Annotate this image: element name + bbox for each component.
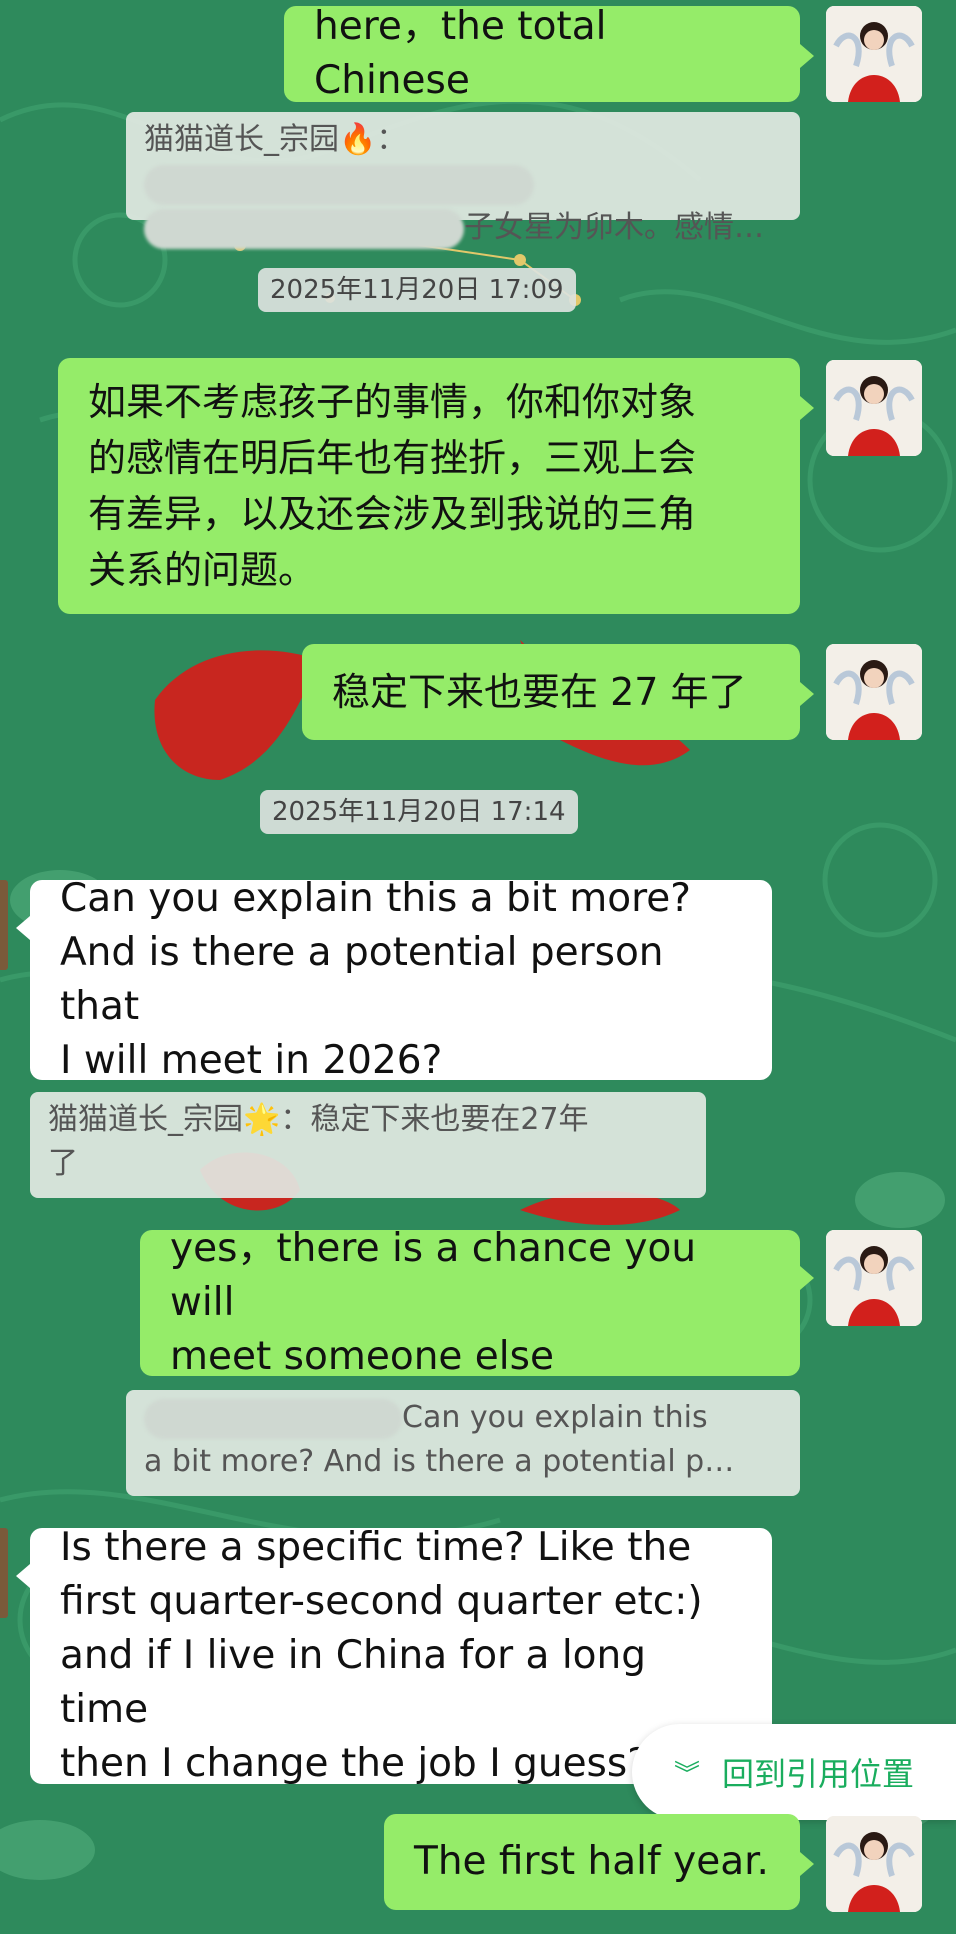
contact-avatar[interactable]	[0, 1528, 8, 1618]
message-text-line: Is there a specific time? Like the	[60, 1525, 692, 1570]
message-bubble-outgoing[interactable]: The first half year.	[384, 1814, 800, 1910]
my-avatar[interactable]	[826, 1816, 922, 1912]
double-chevron-down-icon: ︾	[674, 1759, 701, 1790]
message-text-line: And is there a potential person that	[60, 930, 664, 1029]
quote-author: 猫猫道长_宗园	[48, 1102, 243, 1137]
quote-text: Can you explain this	[402, 1400, 708, 1435]
message-text: here，the total Chinese	[314, 4, 607, 103]
message-text: The first half year.	[414, 1839, 769, 1884]
message-text: 稳定下来也要在 27 年了	[332, 670, 747, 714]
back-to-quote-button[interactable]: ︾ 回到引用位置	[632, 1724, 956, 1820]
message-bubble-incoming[interactable]: Can you explain this a bit more? And is …	[30, 876, 772, 1083]
message-text-line: and if I live in China for a long time	[60, 1633, 647, 1732]
my-avatar[interactable]	[826, 1230, 922, 1326]
back-to-quote-label: 回到引用位置	[722, 1755, 915, 1793]
message-bubble-outgoing[interactable]: here，the total Chinese	[284, 4, 800, 103]
message-text-line: 如果不考虑孩子的事情，你和你对象	[88, 380, 697, 424]
message-bubble-outgoing[interactable]: 稳定下来也要在 27 年了	[302, 644, 800, 740]
redacted-text	[144, 164, 534, 205]
message-text-line: first quarter-second quarter etc:)	[60, 1579, 703, 1624]
message-text-line: Can you explain this a bit more?	[60, 876, 691, 921]
timestamp: 2025年11月20日 17:14	[260, 790, 578, 834]
redacted-text	[144, 1398, 402, 1439]
fire-icon: 🔥	[339, 122, 377, 157]
message-text-line: I will meet in 2026?	[60, 1038, 443, 1083]
message-text-line: meet someone else	[170, 1334, 554, 1379]
quote-text: ：稳定下来也要在27年	[280, 1102, 589, 1137]
my-avatar[interactable]	[826, 6, 922, 102]
quoted-message[interactable]: 猫猫道长_宗园🔥： 子女星为卯木。感情…	[126, 112, 800, 249]
contact-avatar[interactable]	[0, 880, 8, 970]
quote-text: 了	[48, 1146, 78, 1181]
my-avatar[interactable]	[826, 360, 922, 456]
redacted-text	[144, 208, 464, 249]
quote-author: 猫猫道长_宗园	[144, 122, 339, 157]
star-icon: 🌟	[243, 1102, 281, 1137]
quote-text: 子女星为卯木。感情…	[464, 210, 764, 245]
message-text-line: yes，there is a chance you will	[170, 1226, 697, 1325]
message-text-line: 有差异，以及还会涉及到我说的三角	[88, 492, 697, 536]
message-text-line: 的感情在明后年也有挫折，三观上会	[88, 436, 697, 480]
message-text-line: 关系的问题。	[88, 548, 317, 592]
quoted-message[interactable]: 猫猫道长_宗园🌟：稳定下来也要在27年 了	[30, 1092, 706, 1198]
message-bubble-outgoing[interactable]: 如果不考虑孩子的事情，你和你对象 的感情在明后年也有挫折，三观上会 有差异，以及…	[58, 358, 800, 614]
message-bubble-outgoing[interactable]: yes，there is a chance you will meet some…	[140, 1226, 800, 1379]
my-avatar[interactable]	[826, 644, 922, 740]
timestamp: 2025年11月20日 17:09	[258, 268, 576, 312]
quote-text: a bit more? And is there a potential p…	[144, 1444, 735, 1479]
quoted-message[interactable]: Can you explain this a bit more? And is …	[126, 1390, 800, 1496]
